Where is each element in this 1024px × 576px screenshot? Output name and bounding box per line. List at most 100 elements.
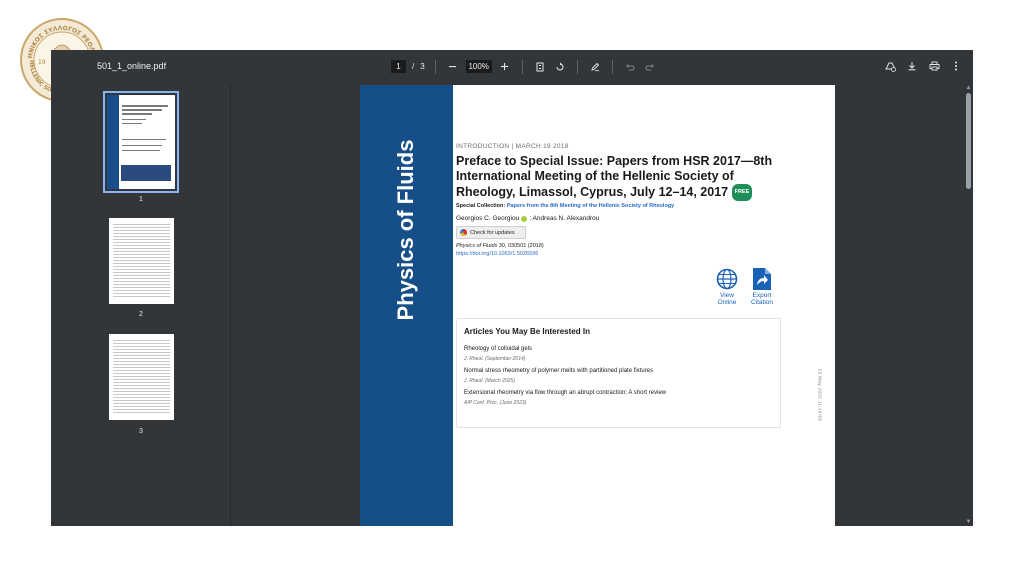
- scroll-down-arrow-icon[interactable]: ▼: [965, 519, 972, 525]
- special-collection-link[interactable]: Papers from the 8th Meeting of the Helle…: [507, 203, 674, 209]
- related-article-source: AIP Conf. Proc. (June 2023): [464, 400, 527, 406]
- article-header: INTRODUCTION | MARCH 19 2018 Preface to …: [456, 143, 776, 257]
- toolbar-divider: [434, 59, 436, 74]
- drive-save-button[interactable]: [883, 59, 897, 73]
- minus-icon: [449, 66, 457, 68]
- thumbnail-text-line: [122, 119, 146, 120]
- scrollbar-thumb[interactable]: [966, 93, 971, 189]
- pen-icon: [591, 62, 599, 71]
- author-list: Georgios C. Georgiou ; Andreas N. Alexan…: [456, 215, 776, 222]
- crossmark-icon: [460, 229, 467, 236]
- related-articles-box: Articles You May Be Interested In Rheolo…: [456, 318, 781, 428]
- special-collection: Special Collection: Papers from the 8th …: [456, 203, 776, 209]
- document-area: Physics of Fluids INTRODUCTION | MARCH 1…: [232, 83, 964, 526]
- fit-to-page-button[interactable]: [533, 60, 547, 74]
- download-button[interactable]: [905, 59, 919, 73]
- svg-text:19: 19: [38, 59, 46, 66]
- doi-link[interactable]: https://doi.org/10.1063/1.5026596: [456, 251, 776, 257]
- orcid-icon[interactable]: [521, 215, 528, 222]
- thumbnail-label-1: 1: [139, 196, 143, 203]
- export-citation-button[interactable]: Export Citation: [745, 268, 779, 306]
- article-title-text: Preface to Special Issue: Papers from HS…: [456, 154, 773, 199]
- printer-icon: [929, 61, 939, 71]
- export-citation-icon: [753, 268, 771, 290]
- zoom-in-button[interactable]: [498, 60, 512, 74]
- thumbnail-text-line: [122, 145, 162, 146]
- zoom-level-input[interactable]: 100%: [465, 60, 492, 73]
- thumbnail-text-block: [113, 224, 170, 298]
- related-article-title[interactable]: Extensional rheometry via flow through a…: [464, 390, 764, 396]
- screen: ΕΛΛΗΝΙΚΟΣ ΣΥΛΛΟΓΟΣ ΡΕΟΛΟΓΙΑΣ HELLENIC SO…: [0, 0, 1024, 576]
- thumbnail-text-block: [113, 340, 170, 414]
- toolbar-divider: [576, 59, 578, 74]
- file-name: 501_1_online.pdf: [97, 61, 167, 71]
- free-badge: FREE: [731, 184, 753, 201]
- thumbnail-label-3: 3: [139, 428, 143, 435]
- drive-add-icon: [884, 62, 896, 72]
- fit-page-icon: [536, 62, 544, 71]
- toolbar-right-controls: [883, 59, 963, 73]
- thumbnail-text-line: [122, 113, 152, 115]
- undo-icon: [625, 63, 635, 70]
- rotate-icon: [556, 62, 564, 70]
- thumbnail-text-line: [122, 123, 142, 124]
- view-online-label-2: Online: [717, 299, 737, 306]
- pdf-viewer-window: 501_1_online.pdf 1 / 3 100% 1 2 3 Physic…: [51, 50, 973, 526]
- journal-volume: 30, 030501 (2018): [497, 243, 544, 249]
- page-separator: /: [412, 62, 415, 71]
- toolbar-divider: [521, 59, 523, 74]
- related-articles-list: Rheology of colloidal gels J. Rheol. (Se…: [464, 346, 764, 412]
- related-article-source: J. Rheol. (March 2025): [464, 378, 515, 384]
- check-for-updates-button[interactable]: Check for updates: [456, 226, 526, 239]
- related-article-source: J. Rheol. (September 2014): [464, 356, 526, 362]
- redo-button[interactable]: [643, 60, 657, 74]
- article-title: Preface to Special Issue: Papers from HS…: [456, 154, 776, 201]
- pdf-page-1: Physics of Fluids INTRODUCTION | MARCH 1…: [360, 85, 835, 526]
- zoom-out-button[interactable]: [446, 60, 460, 74]
- page-thumbnail-3[interactable]: [109, 334, 174, 420]
- related-article-title[interactable]: Normal stress rheometry of polymer melts…: [464, 368, 764, 374]
- download-timestamp: 23 May 2025 11:10:56: [817, 368, 823, 422]
- journal-spine: Physics of Fluids: [360, 85, 453, 526]
- undo-button[interactable]: [623, 60, 637, 74]
- toolbar-center-controls: 1 / 3 100%: [391, 59, 657, 74]
- article-type-date: INTRODUCTION | MARCH 19 2018: [456, 143, 569, 150]
- related-article-title[interactable]: Rheology of colloidal gels: [464, 346, 764, 352]
- more-options-button[interactable]: [949, 59, 963, 73]
- thumbnail-text-line: [122, 105, 168, 107]
- journal-name: Physics of Fluids: [456, 243, 498, 249]
- vertical-scrollbar[interactable]: ▲ ▼: [964, 83, 973, 526]
- view-online-button[interactable]: View Online: [710, 268, 744, 306]
- thumbnail-label-2: 2: [139, 311, 143, 318]
- plus-icon: [501, 62, 509, 71]
- thumbnail-sidebar: 1 2 3: [51, 83, 231, 526]
- journal-citation: Physics of Fluids 30, 030501 (2018): [456, 243, 776, 249]
- check-for-updates-label: Check for updates: [470, 229, 515, 236]
- scroll-up-arrow-icon[interactable]: ▲: [965, 85, 972, 91]
- author-name[interactable]: Georgios C. Georgiou: [456, 215, 519, 222]
- annotate-button[interactable]: [588, 60, 602, 74]
- view-online-label-1: View: [720, 292, 734, 299]
- toolbar-divider: [611, 59, 613, 74]
- page-total: 3: [420, 62, 425, 71]
- special-collection-label: Special Collection:: [456, 203, 506, 209]
- rotate-button[interactable]: [553, 60, 567, 74]
- print-button[interactable]: [927, 59, 941, 73]
- export-citation-label-2: Citation: [750, 299, 774, 306]
- redo-icon: [645, 63, 654, 70]
- export-citation-label-1: Export: [752, 292, 772, 299]
- thumbnail-text-line: [122, 109, 162, 111]
- page-thumbnail-2[interactable]: [109, 218, 174, 304]
- journal-spine-title: Physics of Fluids: [393, 139, 418, 321]
- thumbnail-banner-image: [121, 165, 171, 181]
- thumbnail-text-line: [122, 150, 160, 151]
- thumbnail-spine: [107, 95, 119, 189]
- page-number-input[interactable]: 1: [391, 60, 406, 73]
- thumbnail-text-line: [122, 139, 166, 140]
- globe-icon: [716, 268, 738, 290]
- pdf-toolbar: 501_1_online.pdf 1 / 3 100%: [51, 50, 973, 83]
- related-articles-heading: Articles You May Be Interested In: [464, 327, 590, 336]
- author-name[interactable]: ; Andreas N. Alexandrou: [529, 215, 599, 222]
- kebab-menu-icon: [955, 61, 957, 71]
- page-thumbnail-1[interactable]: [103, 91, 179, 193]
